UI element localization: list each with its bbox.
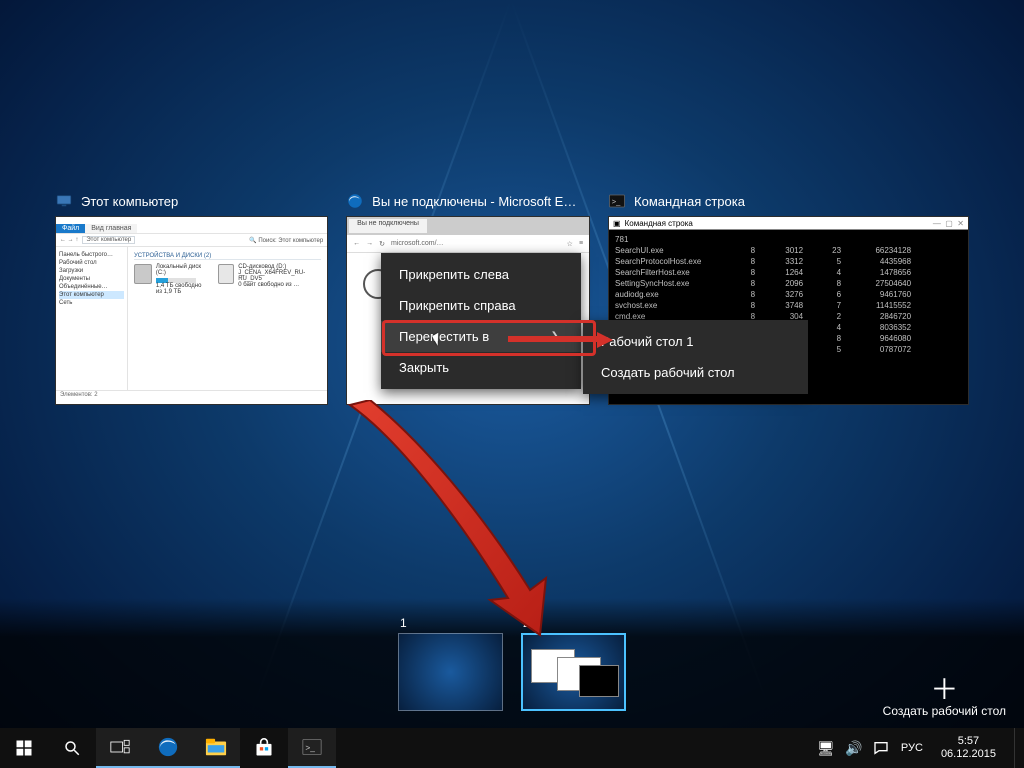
ctx-close[interactable]: Закрыть (381, 352, 581, 383)
file-explorer-icon (205, 737, 227, 757)
window-thumb-title: Командная строка (634, 194, 745, 209)
explorer-tab-view: Вид главная (85, 224, 137, 233)
taskbar-app-explorer[interactable] (192, 728, 240, 768)
ctx-pin-left[interactable]: Прикрепить слева (381, 259, 581, 290)
cmd-icon: >_ (608, 192, 626, 210)
virtual-desktop-1[interactable]: 1 (398, 616, 503, 711)
edge-icon (157, 736, 179, 758)
tray-clock[interactable]: 5:57 06.12.2015 (933, 735, 1004, 761)
ctx-pin-right[interactable]: Прикрепить справа (381, 290, 581, 321)
virtual-desktop-strip: 1 2 (0, 598, 1024, 728)
taskbar: >_ 🖥 🔊 РУС 5:57 06.12.2015 (0, 728, 1024, 768)
drive-d: CD-дисковод (D:) J_CENA_X64FREV_RU-RU_DV… (218, 264, 321, 295)
new-virtual-desktop[interactable]: ＋ Создать рабочий стол (883, 676, 1006, 718)
plus-icon: ＋ (883, 676, 1006, 704)
svg-text:>_: >_ (612, 197, 621, 206)
window-thumb-explorer[interactable]: Этот компьютер Файл Вид главная ← → ↑ Эт… (55, 190, 328, 405)
window-thumb-title: Этот компьютер (81, 194, 178, 209)
show-desktop-button[interactable] (1014, 728, 1020, 768)
search-icon (63, 739, 81, 757)
start-button[interactable] (0, 728, 48, 768)
drive-c: Локальный диск (C:) 1,4 ТБ свободно из 1… (134, 264, 204, 295)
taskbar-app-edge[interactable] (144, 728, 192, 768)
explorer-sidebar: Панель быстрого… Рабочий стол Загрузки Д… (56, 247, 128, 390)
tray-language[interactable]: РУС (901, 742, 923, 754)
tray-notifications-icon[interactable] (873, 740, 891, 756)
edge-icon (346, 192, 364, 210)
ctx-sub-desktop1[interactable]: Рабочий стол 1 (583, 326, 808, 357)
store-icon (254, 738, 274, 758)
tray-display-icon[interactable]: 🖥 (817, 740, 835, 757)
system-tray: 🖥 🔊 РУС 5:57 06.12.2015 (813, 728, 1024, 768)
ctx-sub-newdesk[interactable]: Создать рабочий стол (583, 357, 808, 388)
explorer-tab-file: Файл (56, 224, 85, 233)
window-thumb-title: Вы не подключены - Microsoft E… (372, 194, 576, 209)
tray-volume-icon[interactable]: 🔊 (845, 740, 863, 757)
windows-logo-icon (15, 739, 33, 757)
task-view-button[interactable] (96, 728, 144, 768)
this-pc-icon (55, 192, 73, 210)
chevron-right-icon: ❯ (551, 331, 559, 342)
search-button[interactable] (48, 728, 96, 768)
context-submenu: Рабочий стол 1 Создать рабочий стол (583, 320, 808, 394)
taskbar-app-cmd[interactable]: >_ (288, 728, 336, 768)
task-view-icon (110, 739, 130, 755)
svg-text:>_: >_ (305, 742, 315, 752)
cmd-icon: ▣ (613, 219, 621, 228)
virtual-desktop-2[interactable]: 2 (521, 616, 626, 711)
taskbar-app-store[interactable] (240, 728, 288, 768)
cmd-icon: >_ (302, 738, 322, 756)
ctx-move-to[interactable]: Переместить в❯ (381, 321, 581, 352)
context-menu: Прикрепить слева Прикрепить справа Перем… (381, 253, 581, 389)
